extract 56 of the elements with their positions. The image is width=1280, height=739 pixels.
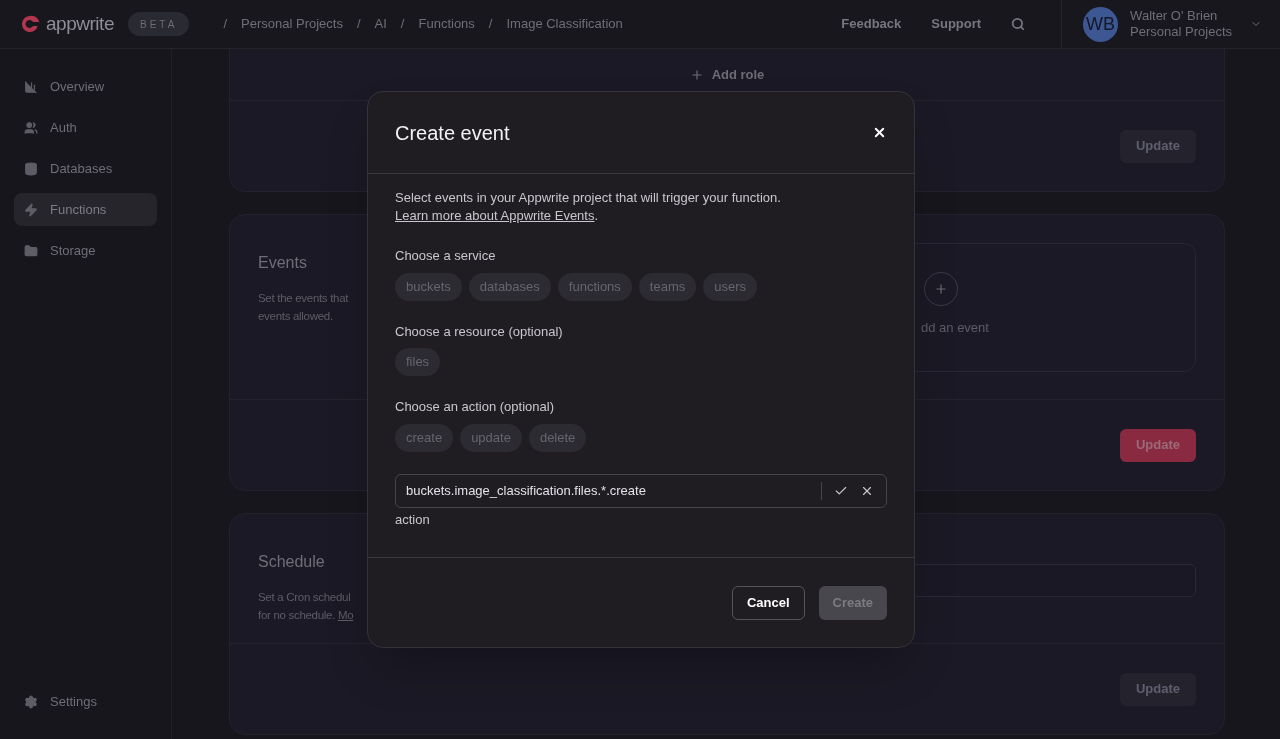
breadcrumb-link[interactable]: Personal Projects (241, 14, 343, 34)
header-link[interactable]: Support (931, 14, 982, 34)
users-icon (24, 120, 38, 135)
sidebar-item[interactable]: Functions (14, 193, 157, 226)
database-icon (24, 161, 38, 176)
dialog-intro: Select events in your Appwrite project that will trigger your function. Learn more about Appwrite Events. (395, 189, 782, 225)
card-title: Schedule (258, 552, 326, 572)
option-chip[interactable]: functions (557, 272, 632, 301)
option-chip[interactable]: teams (638, 272, 697, 301)
plus-icon (689, 67, 704, 82)
card-description: Set the events that events allowed. (258, 291, 350, 324)
dialog-title: Create event (395, 120, 510, 146)
sidebar-item[interactable]: Storage (14, 234, 157, 267)
logo-icon (20, 15, 40, 33)
option-chip[interactable]: delete (528, 423, 587, 452)
card-title: Events (258, 253, 308, 273)
avatar[interactable]: WB (1083, 6, 1119, 42)
sidebar-item[interactable]: Overview (14, 70, 157, 103)
user-name: Walter O' Brien (1130, 8, 1219, 24)
breadcrumb-link[interactable]: Functions (418, 14, 475, 34)
option-chip[interactable]: databases (468, 272, 551, 301)
lightning-icon (24, 202, 38, 217)
option-chip[interactable]: buckets (395, 272, 462, 301)
breadcrumb-link[interactable]: AI (374, 14, 387, 34)
add-event-label: dd an event (921, 319, 990, 337)
breadcrumb-link[interactable]: Image Classification (506, 14, 623, 34)
more-link[interactable]: Mo (337, 609, 354, 621)
beta-badge: BETA (128, 12, 190, 36)
folder-icon (24, 243, 38, 258)
search-icon[interactable] (1011, 17, 1026, 31)
update-button[interactable]: Update (1119, 428, 1196, 462)
option-chip[interactable]: files (395, 348, 441, 376)
breadcrumb-separator: / (356, 15, 361, 34)
option-chip[interactable]: update (460, 423, 522, 452)
plus-icon (934, 282, 948, 296)
sidebar-item[interactable]: Auth (14, 111, 157, 144)
header-link[interactable]: Feedback (841, 14, 902, 34)
cancel-button[interactable]: Cancel (731, 585, 805, 620)
close-icon (872, 125, 887, 140)
project-name: Personal Projects (1130, 24, 1232, 40)
group-label: Choose a service (395, 247, 497, 265)
sidebar-item[interactable]: Databases (14, 152, 157, 185)
option-chip[interactable]: create (395, 423, 454, 452)
settings-icon (24, 694, 38, 709)
breadcrumb-separator: / (488, 15, 493, 34)
field-hint: action (395, 510, 431, 529)
logo-text: appwrite (46, 11, 115, 36)
event-field[interactable]: buckets.image_classification.files.*.create (395, 473, 887, 508)
option-chip[interactable]: users (703, 272, 758, 301)
close-button[interactable] (872, 125, 887, 140)
group-label: Choose an action (optional) (395, 398, 555, 416)
sidebar-item[interactable]: Settings (14, 685, 157, 718)
add-role-button[interactable]: Add role (689, 64, 765, 85)
group-label: Choose a resource (optional) (395, 322, 564, 341)
breadcrumb-separator: / (400, 15, 405, 34)
breadcrumb-separator: / (223, 15, 228, 34)
